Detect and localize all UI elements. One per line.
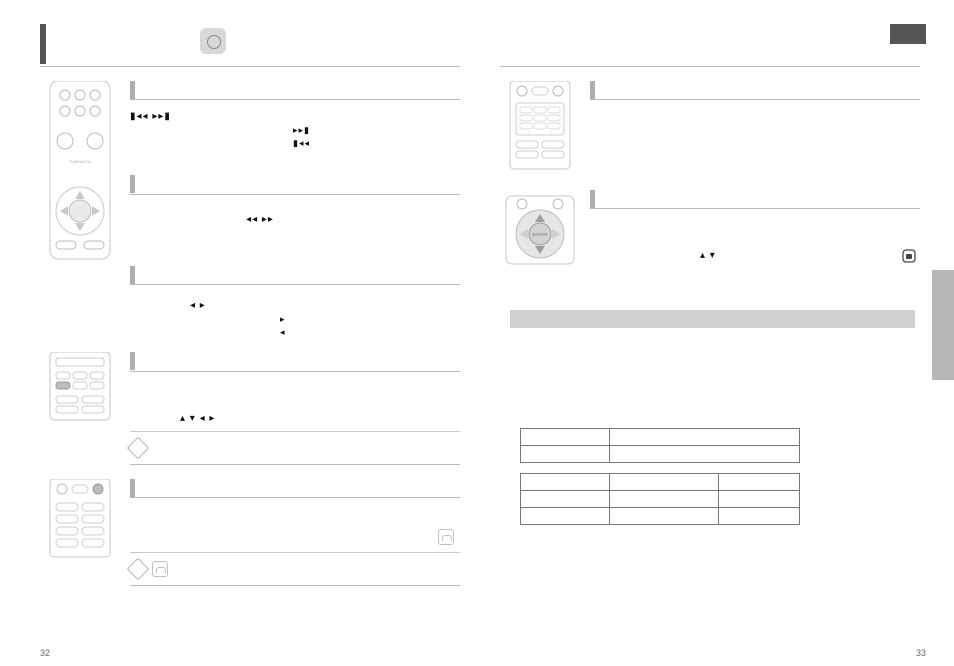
remote-illustration-2 (40, 352, 120, 427)
table-row (521, 508, 800, 525)
search-glyphs: ◂◂ ▸▸ (246, 214, 274, 225)
section-marker (130, 175, 135, 193)
table-row (521, 491, 800, 508)
svg-text:ENTER: ENTER (532, 232, 548, 237)
page-number-right: 33 (916, 648, 926, 658)
table-row (521, 446, 800, 463)
section-marker (130, 81, 135, 99)
note-icon (127, 437, 150, 460)
section-audio (500, 81, 920, 176)
table-2 (520, 473, 800, 525)
slow-glyphs-3: ◂ (280, 327, 286, 337)
left-column: TUNING/CH ▮◂◂ ▸▸▮ ▸▸▮ ▮◂◂ ◂◂ ▸▸ ◂ ▸ ▸ ◂ (40, 18, 460, 618)
hand-icon (438, 529, 454, 545)
hand-icon (152, 561, 168, 577)
skip-glyphs-1: ▮◂◂ ▸▸▮ (130, 111, 171, 122)
header-rule-right (500, 66, 920, 67)
dpad-illustration: ENTER (500, 190, 580, 275)
note-row-2 (130, 552, 460, 585)
section-marker (590, 81, 595, 99)
note-row-1 (130, 431, 460, 464)
remote-illustration-1: TUNING/CH (40, 81, 120, 266)
svg-text:TUNING/CH: TUNING/CH (69, 159, 91, 164)
header-rule-left (40, 66, 460, 67)
updown-glyphs: ▴ ▾ (700, 250, 716, 261)
table-row (521, 474, 800, 491)
side-index-tab (932, 270, 954, 380)
note-icon (127, 558, 150, 581)
angle-box-icon (902, 249, 916, 263)
data-tables (520, 420, 800, 525)
skip-glyphs-2: ▸▸▮ (293, 125, 310, 135)
page-number-left: 32 (40, 648, 50, 658)
gray-divider-bar (510, 310, 915, 328)
slow-glyphs-2: ▸ (280, 314, 286, 324)
section-marker (130, 352, 135, 370)
remote-illustration-3 (40, 479, 120, 564)
slow-glyphs-1: ◂ ▸ (190, 300, 206, 311)
section-ezview (40, 479, 460, 586)
remote-illustration-4 (500, 81, 580, 176)
section-zoom: ▴ ▾ ◂ ▸ (40, 352, 460, 465)
section-marker (590, 190, 595, 208)
section-marker (130, 266, 135, 284)
table-1 (520, 428, 800, 463)
section-skip: TUNING/CH ▮◂◂ ▸▸▮ ▸▸▮ ▮◂◂ ◂◂ ▸▸ ◂ ▸ ▸ ◂ (40, 81, 460, 338)
section-marker (130, 479, 135, 497)
section-angle: ENTER ▴ ▾ (500, 190, 920, 275)
skip-glyphs-3: ▮◂◂ (293, 138, 310, 148)
cursor-glyphs: ▴ ▾ ◂ ▸ (180, 413, 215, 424)
table-row (521, 429, 800, 446)
